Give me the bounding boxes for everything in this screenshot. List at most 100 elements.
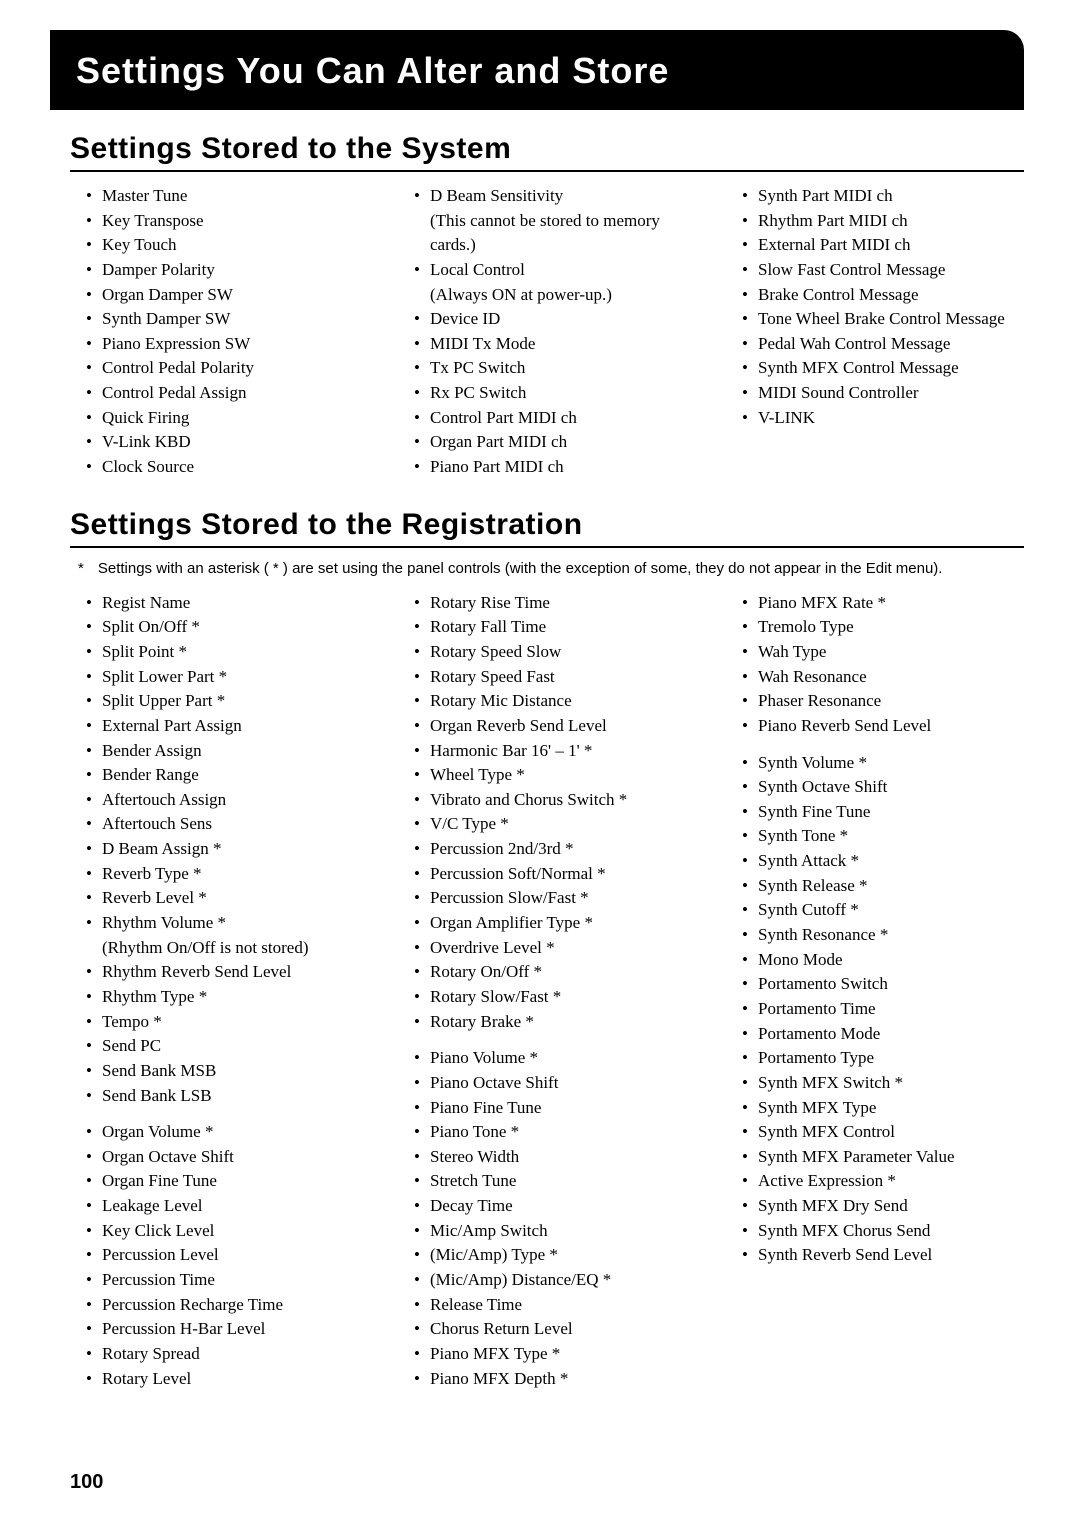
- list-item: Synth Reverb Send Level: [742, 1243, 1024, 1268]
- list-item: Split On/Off *: [86, 615, 368, 640]
- section1-col2-list: D Beam Sensitivity(This cannot be stored…: [398, 184, 696, 480]
- section2-col3-list: Piano MFX Rate *Tremolo TypeWah TypeWah …: [726, 591, 1024, 1268]
- list-item: Synth MFX Chorus Send: [742, 1219, 1024, 1244]
- list-item: (Mic/Amp) Type *: [414, 1243, 696, 1268]
- list-item: Device ID: [414, 307, 696, 332]
- list-item: Wah Resonance: [742, 665, 1024, 690]
- list-spacer: [86, 1108, 368, 1120]
- list-item: Rotary Slow/Fast *: [414, 985, 696, 1010]
- list-item: D Beam Sensitivity: [414, 184, 696, 209]
- list-item: Split Lower Part *: [86, 665, 368, 690]
- list-item: Bender Assign: [86, 739, 368, 764]
- list-item: Synth MFX Type: [742, 1096, 1024, 1121]
- list-item: Mic/Amp Switch: [414, 1219, 696, 1244]
- list-item: Brake Control Message: [742, 283, 1024, 308]
- list-item: Synth Resonance *: [742, 923, 1024, 948]
- list-item: Control Pedal Polarity: [86, 356, 368, 381]
- list-item: Damper Polarity: [86, 258, 368, 283]
- list-item: D Beam Assign *: [86, 837, 368, 862]
- list-item: Rotary Speed Fast: [414, 665, 696, 690]
- list-item: Organ Amplifier Type *: [414, 911, 696, 936]
- list-item: Organ Reverb Send Level: [414, 714, 696, 739]
- list-item: Regist Name: [86, 591, 368, 616]
- list-item: External Part MIDI ch: [742, 233, 1024, 258]
- list-item: Synth Fine Tune: [742, 800, 1024, 825]
- list-item: V-Link KBD: [86, 430, 368, 455]
- list-item: Aftertouch Assign: [86, 788, 368, 813]
- list-item: Synth Release *: [742, 874, 1024, 899]
- list-item: External Part Assign: [86, 714, 368, 739]
- list-item: Piano Volume *: [414, 1046, 696, 1071]
- list-item: Percussion Time: [86, 1268, 368, 1293]
- list-item: Phaser Resonance: [742, 689, 1024, 714]
- list-item: V-LINK: [742, 406, 1024, 431]
- list-item: Synth MFX Dry Send: [742, 1194, 1024, 1219]
- list-item: Mono Mode: [742, 948, 1024, 973]
- section1-col1-list: Master TuneKey TransposeKey TouchDamper …: [70, 184, 368, 480]
- list-item: Tempo *: [86, 1010, 368, 1035]
- list-item: Rhythm Part MIDI ch: [742, 209, 1024, 234]
- list-item: Master Tune: [86, 184, 368, 209]
- section2-footnote: * Settings with an asterisk ( * ) are se…: [78, 560, 1024, 577]
- section2-col2-list: Rotary Rise TimeRotary Fall TimeRotary S…: [398, 591, 696, 1392]
- list-item: Wah Type: [742, 640, 1024, 665]
- list-item: Decay Time: [414, 1194, 696, 1219]
- list-item: Send PC: [86, 1034, 368, 1059]
- list-item: Portamento Type: [742, 1046, 1024, 1071]
- list-item: Split Upper Part *: [86, 689, 368, 714]
- list-item: V/C Type *: [414, 812, 696, 837]
- list-item: Stretch Tune: [414, 1169, 696, 1194]
- list-item: Percussion H-Bar Level: [86, 1317, 368, 1342]
- list-item: Percussion 2nd/3rd *: [414, 837, 696, 862]
- list-item: Portamento Mode: [742, 1022, 1024, 1047]
- list-item: (Mic/Amp) Distance/EQ *: [414, 1268, 696, 1293]
- list-item: Local Control: [414, 258, 696, 283]
- list-item: Piano MFX Type *: [414, 1342, 696, 1367]
- list-item: Organ Octave Shift: [86, 1145, 368, 1170]
- list-item: Active Expression *: [742, 1169, 1024, 1194]
- list-item: Split Point *: [86, 640, 368, 665]
- list-item: Rhythm Reverb Send Level: [86, 960, 368, 985]
- list-item: Rotary Spread: [86, 1342, 368, 1367]
- list-item: Synth Octave Shift: [742, 775, 1024, 800]
- list-item: Harmonic Bar 16' – 1' *: [414, 739, 696, 764]
- list-item: Percussion Soft/Normal *: [414, 862, 696, 887]
- page-number: 100: [70, 1471, 103, 1494]
- list-item: Synth MFX Control Message: [742, 356, 1024, 381]
- list-item: Organ Volume *: [86, 1120, 368, 1145]
- page-title-banner: Settings You Can Alter and Store: [50, 30, 1024, 110]
- list-item: Organ Damper SW: [86, 283, 368, 308]
- list-item: Control Part MIDI ch: [414, 406, 696, 431]
- list-item: Pedal Wah Control Message: [742, 332, 1024, 357]
- list-item-subnote: (This cannot be stored to memory cards.): [414, 209, 696, 258]
- list-item: Overdrive Level *: [414, 936, 696, 961]
- list-item: Reverb Level *: [86, 886, 368, 911]
- list-item: Piano Tone *: [414, 1120, 696, 1145]
- section1-title: Settings Stored to the System: [70, 132, 1024, 172]
- list-item: Chorus Return Level: [414, 1317, 696, 1342]
- list-item: Key Touch: [86, 233, 368, 258]
- list-item-subnote: (Always ON at power-up.): [414, 283, 696, 308]
- section2-col1-list: Regist NameSplit On/Off *Split Point *Sp…: [70, 591, 368, 1392]
- list-item: Rotary Speed Slow: [414, 640, 696, 665]
- list-item: Piano Fine Tune: [414, 1096, 696, 1121]
- list-item: Synth Cutoff *: [742, 898, 1024, 923]
- list-item: Bender Range: [86, 763, 368, 788]
- list-item: Portamento Switch: [742, 972, 1024, 997]
- section1-col3-list: Synth Part MIDI chRhythm Part MIDI chExt…: [726, 184, 1024, 430]
- list-item: Synth Attack *: [742, 849, 1024, 874]
- list-item: Rx PC Switch: [414, 381, 696, 406]
- footnote-asterisk: *: [78, 560, 84, 577]
- list-item: Organ Fine Tune: [86, 1169, 368, 1194]
- list-item: Vibrato and Chorus Switch *: [414, 788, 696, 813]
- list-item: Synth Volume *: [742, 751, 1024, 776]
- list-item: Piano Expression SW: [86, 332, 368, 357]
- list-item: Release Time: [414, 1293, 696, 1318]
- list-item: Slow Fast Control Message: [742, 258, 1024, 283]
- list-item: Rhythm Volume *: [86, 911, 368, 936]
- list-item: Synth Tone *: [742, 824, 1024, 849]
- list-item: Percussion Recharge Time: [86, 1293, 368, 1318]
- list-spacer: [414, 1034, 696, 1046]
- list-item: Percussion Level: [86, 1243, 368, 1268]
- list-item: Rotary Fall Time: [414, 615, 696, 640]
